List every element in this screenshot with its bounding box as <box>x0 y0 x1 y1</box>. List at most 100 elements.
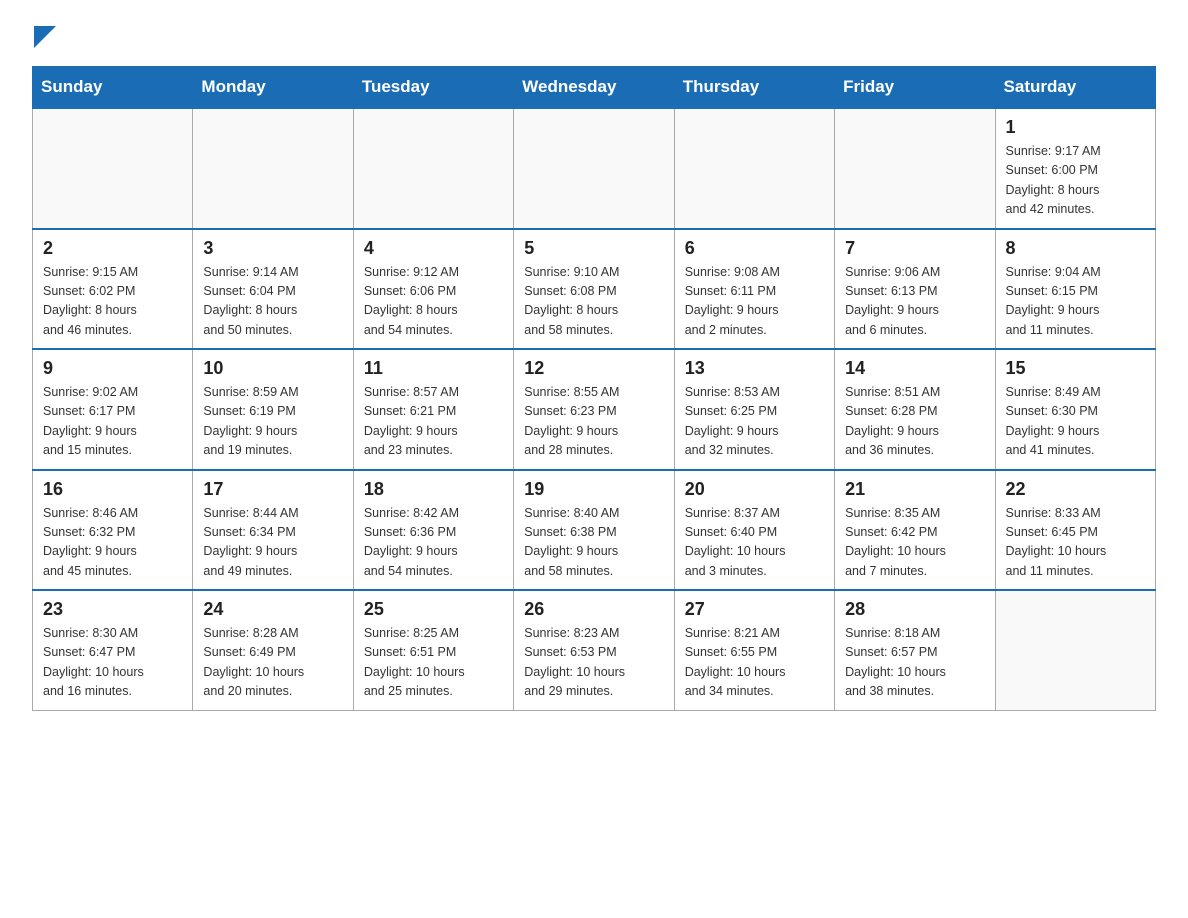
calendar-cell: 7 Sunrise: 9:06 AMSunset: 6:13 PMDaylight… <box>835 229 995 350</box>
day-number: 24 <box>203 599 342 620</box>
calendar-cell: 21 Sunrise: 8:35 AMSunset: 6:42 PMDayligh… <box>835 470 995 591</box>
calendar-cell: 2 Sunrise: 9:15 AMSunset: 6:02 PMDaylight… <box>33 229 193 350</box>
calendar-cell: 3 Sunrise: 9:14 AMSunset: 6:04 PMDaylight… <box>193 229 353 350</box>
day-info: Sunrise: 8:49 AMSunset: 6:30 PMDaylight:… <box>1006 383 1145 461</box>
day-info: Sunrise: 8:42 AMSunset: 6:36 PMDaylight:… <box>364 504 503 582</box>
day-info: Sunrise: 8:25 AMSunset: 6:51 PMDaylight:… <box>364 624 503 702</box>
calendar-cell: 24 Sunrise: 8:28 AMSunset: 6:49 PMDayligh… <box>193 590 353 710</box>
day-info: Sunrise: 9:04 AMSunset: 6:15 PMDaylight:… <box>1006 263 1145 341</box>
day-number: 16 <box>43 479 182 500</box>
calendar-cell <box>33 108 193 229</box>
day-number: 10 <box>203 358 342 379</box>
weekday-header-row: SundayMondayTuesdayWednesdayThursdayFrid… <box>33 67 1156 109</box>
calendar-cell: 12 Sunrise: 8:55 AMSunset: 6:23 PMDayligh… <box>514 349 674 470</box>
page-header <box>32 24 1156 50</box>
day-info: Sunrise: 9:14 AMSunset: 6:04 PMDaylight:… <box>203 263 342 341</box>
day-info: Sunrise: 9:06 AMSunset: 6:13 PMDaylight:… <box>845 263 984 341</box>
week-row-3: 9 Sunrise: 9:02 AMSunset: 6:17 PMDaylight… <box>33 349 1156 470</box>
day-number: 20 <box>685 479 824 500</box>
calendar-cell: 25 Sunrise: 8:25 AMSunset: 6:51 PMDayligh… <box>353 590 513 710</box>
calendar-cell: 10 Sunrise: 8:59 AMSunset: 6:19 PMDayligh… <box>193 349 353 470</box>
weekday-header-thursday: Thursday <box>674 67 834 109</box>
calendar-cell <box>514 108 674 229</box>
day-number: 11 <box>364 358 503 379</box>
day-info: Sunrise: 8:44 AMSunset: 6:34 PMDaylight:… <box>203 504 342 582</box>
day-info: Sunrise: 8:40 AMSunset: 6:38 PMDaylight:… <box>524 504 663 582</box>
day-number: 7 <box>845 238 984 259</box>
day-info: Sunrise: 8:59 AMSunset: 6:19 PMDaylight:… <box>203 383 342 461</box>
day-info: Sunrise: 9:08 AMSunset: 6:11 PMDaylight:… <box>685 263 824 341</box>
day-number: 2 <box>43 238 182 259</box>
day-info: Sunrise: 8:28 AMSunset: 6:49 PMDaylight:… <box>203 624 342 702</box>
day-info: Sunrise: 9:10 AMSunset: 6:08 PMDaylight:… <box>524 263 663 341</box>
day-number: 28 <box>845 599 984 620</box>
day-number: 13 <box>685 358 824 379</box>
day-info: Sunrise: 9:15 AMSunset: 6:02 PMDaylight:… <box>43 263 182 341</box>
day-info: Sunrise: 8:21 AMSunset: 6:55 PMDaylight:… <box>685 624 824 702</box>
calendar-cell: 15 Sunrise: 8:49 AMSunset: 6:30 PMDayligh… <box>995 349 1155 470</box>
logo <box>32 24 56 50</box>
calendar-cell: 6 Sunrise: 9:08 AMSunset: 6:11 PMDaylight… <box>674 229 834 350</box>
day-info: Sunrise: 9:12 AMSunset: 6:06 PMDaylight:… <box>364 263 503 341</box>
day-number: 26 <box>524 599 663 620</box>
calendar-cell <box>353 108 513 229</box>
calendar-table: SundayMondayTuesdayWednesdayThursdayFrid… <box>32 66 1156 711</box>
calendar-cell: 22 Sunrise: 8:33 AMSunset: 6:45 PMDayligh… <box>995 470 1155 591</box>
weekday-header-saturday: Saturday <box>995 67 1155 109</box>
weekday-header-tuesday: Tuesday <box>353 67 513 109</box>
day-info: Sunrise: 8:57 AMSunset: 6:21 PMDaylight:… <box>364 383 503 461</box>
week-row-2: 2 Sunrise: 9:15 AMSunset: 6:02 PMDaylight… <box>33 229 1156 350</box>
weekday-header-sunday: Sunday <box>33 67 193 109</box>
day-info: Sunrise: 8:37 AMSunset: 6:40 PMDaylight:… <box>685 504 824 582</box>
day-number: 6 <box>685 238 824 259</box>
day-number: 9 <box>43 358 182 379</box>
day-info: Sunrise: 8:33 AMSunset: 6:45 PMDaylight:… <box>1006 504 1145 582</box>
day-number: 3 <box>203 238 342 259</box>
day-number: 5 <box>524 238 663 259</box>
day-number: 22 <box>1006 479 1145 500</box>
calendar-cell: 11 Sunrise: 8:57 AMSunset: 6:21 PMDayligh… <box>353 349 513 470</box>
day-info: Sunrise: 8:30 AMSunset: 6:47 PMDaylight:… <box>43 624 182 702</box>
weekday-header-friday: Friday <box>835 67 995 109</box>
day-number: 23 <box>43 599 182 620</box>
day-number: 14 <box>845 358 984 379</box>
calendar-cell: 8Sunrise: 9:04 AMSunset: 6:15 PMDaylight… <box>995 229 1155 350</box>
day-info: Sunrise: 8:35 AMSunset: 6:42 PMDaylight:… <box>845 504 984 582</box>
calendar-cell: 27Sunrise: 8:21 AMSunset: 6:55 PMDayligh… <box>674 590 834 710</box>
calendar-cell: 13 Sunrise: 8:53 AMSunset: 6:25 PMDayligh… <box>674 349 834 470</box>
day-number: 25 <box>364 599 503 620</box>
calendar-cell: 14 Sunrise: 8:51 AMSunset: 6:28 PMDayligh… <box>835 349 995 470</box>
weekday-header-monday: Monday <box>193 67 353 109</box>
logo-triangle-icon <box>34 26 56 48</box>
day-number: 18 <box>364 479 503 500</box>
day-number: 12 <box>524 358 663 379</box>
calendar-cell: 5 Sunrise: 9:10 AMSunset: 6:08 PMDaylight… <box>514 229 674 350</box>
calendar-cell <box>193 108 353 229</box>
calendar-cell: 19 Sunrise: 8:40 AMSunset: 6:38 PMDayligh… <box>514 470 674 591</box>
calendar-cell: 26Sunrise: 8:23 AMSunset: 6:53 PMDayligh… <box>514 590 674 710</box>
day-number: 1 <box>1006 117 1145 138</box>
calendar-cell: 23 Sunrise: 8:30 AMSunset: 6:47 PMDayligh… <box>33 590 193 710</box>
calendar-cell: 4 Sunrise: 9:12 AMSunset: 6:06 PMDaylight… <box>353 229 513 350</box>
calendar-cell <box>674 108 834 229</box>
week-row-1: 1Sunrise: 9:17 AMSunset: 6:00 PMDaylight… <box>33 108 1156 229</box>
day-info: Sunrise: 9:02 AMSunset: 6:17 PMDaylight:… <box>43 383 182 461</box>
calendar-cell: 9 Sunrise: 9:02 AMSunset: 6:17 PMDaylight… <box>33 349 193 470</box>
calendar-cell: 28 Sunrise: 8:18 AMSunset: 6:57 PMDayligh… <box>835 590 995 710</box>
day-info: Sunrise: 8:55 AMSunset: 6:23 PMDaylight:… <box>524 383 663 461</box>
calendar-cell: 20 Sunrise: 8:37 AMSunset: 6:40 PMDayligh… <box>674 470 834 591</box>
calendar-cell <box>995 590 1155 710</box>
day-info: Sunrise: 8:18 AMSunset: 6:57 PMDaylight:… <box>845 624 984 702</box>
day-info: Sunrise: 8:53 AMSunset: 6:25 PMDaylight:… <box>685 383 824 461</box>
calendar-cell: 17Sunrise: 8:44 AMSunset: 6:34 PMDayligh… <box>193 470 353 591</box>
day-number: 21 <box>845 479 984 500</box>
day-number: 19 <box>524 479 663 500</box>
day-number: 15 <box>1006 358 1145 379</box>
calendar-cell: 18 Sunrise: 8:42 AMSunset: 6:36 PMDayligh… <box>353 470 513 591</box>
calendar-cell: 16 Sunrise: 8:46 AMSunset: 6:32 PMDayligh… <box>33 470 193 591</box>
week-row-4: 16 Sunrise: 8:46 AMSunset: 6:32 PMDayligh… <box>33 470 1156 591</box>
day-number: 4 <box>364 238 503 259</box>
day-info: Sunrise: 8:51 AMSunset: 6:28 PMDaylight:… <box>845 383 984 461</box>
day-info: Sunrise: 8:46 AMSunset: 6:32 PMDaylight:… <box>43 504 182 582</box>
calendar-cell: 1Sunrise: 9:17 AMSunset: 6:00 PMDaylight… <box>995 108 1155 229</box>
